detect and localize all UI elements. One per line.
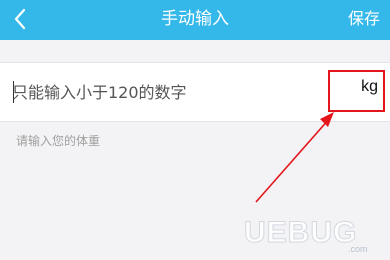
watermark-subtext: .com <box>348 244 368 254</box>
watermark: UEBUG .com <box>243 214 390 258</box>
hint-text: 请输入您的体重 <box>16 134 101 148</box>
top-nav-bar: 手动输入 保存 <box>0 0 390 40</box>
unit-label: kg <box>361 78 378 95</box>
watermark-text: UEBUG <box>243 216 358 250</box>
save-button[interactable]: 保存 <box>348 0 380 40</box>
weight-input-row: kg <box>0 62 390 122</box>
text-caret <box>13 81 14 103</box>
page-title: 手动输入 <box>161 9 229 29</box>
weight-input[interactable] <box>12 72 312 112</box>
